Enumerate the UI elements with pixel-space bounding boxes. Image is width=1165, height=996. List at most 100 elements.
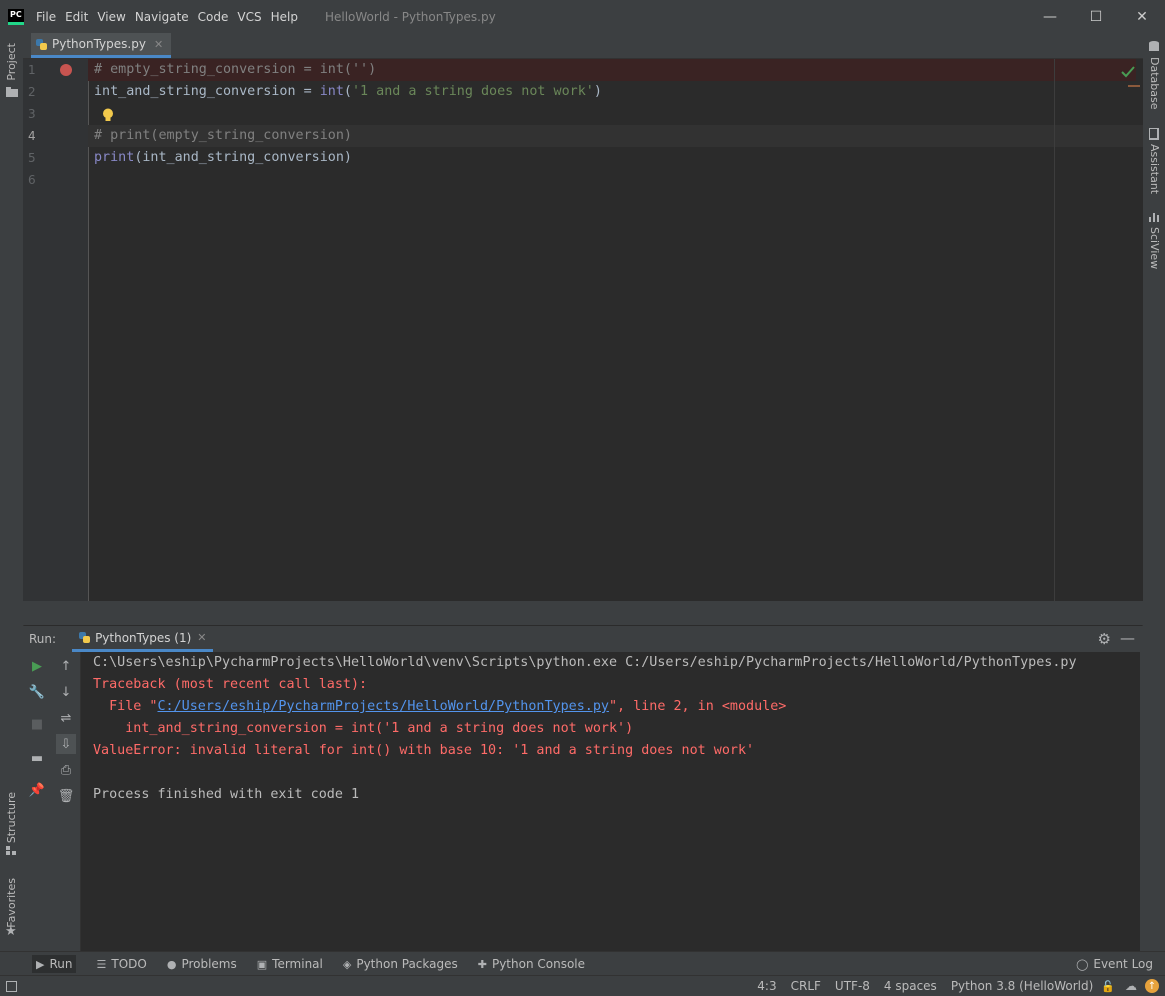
error-stripe-mark[interactable] (1128, 85, 1140, 87)
run-tab-label: PythonTypes (1) (95, 630, 192, 645)
soft-wrap-icon[interactable]: ⇌ (56, 708, 76, 728)
menu-help[interactable]: Help (271, 10, 298, 24)
run-label: Run: (29, 632, 57, 646)
python-console-icon: ✚ (477, 957, 487, 971)
code-line-1[interactable]: # empty_string_conversion = int('') (94, 59, 376, 81)
print-icon[interactable]: ⎙ (56, 760, 76, 780)
database-icon (1149, 41, 1159, 51)
python-packages-tool-button[interactable]: ◈ Python Packages (343, 957, 458, 971)
python-console-tool-button[interactable]: ✚ Python Console (478, 957, 585, 971)
code-line-4[interactable]: # print(empty_string_conversion) (94, 125, 352, 147)
menu-vcs[interactable]: VCS (237, 10, 261, 24)
window-title: HelloWorld - PythonTypes.py (324, 9, 496, 24)
console-scrollbar[interactable] (1140, 652, 1143, 951)
favorites-tool-button[interactable]: ★ Favorites (0, 878, 23, 943)
status-bar: 4:3 CRLF UTF-8 4 spaces Python 3.8 (Hell… (0, 975, 1165, 996)
inspector-icon[interactable]: ☁ (1125, 979, 1137, 993)
trash-icon[interactable]: 🗑 (56, 786, 76, 806)
code-line-2[interactable]: int_and_string_conversion = int('1 and a… (94, 81, 602, 103)
notification-icon[interactable]: ↑ (1145, 979, 1159, 993)
editor-tab-bar: PythonTypes.py ✕ (23, 33, 1143, 59)
scroll-up-icon[interactable]: ↑ (56, 656, 76, 676)
editor-tab-label: PythonTypes.py (52, 37, 146, 51)
bottom-tool-bar: ▶ Run ☰ TODO ● Problems ▣ Terminal ◈ Python P… (0, 951, 1165, 976)
toggle-tool-windows-icon[interactable] (6, 980, 17, 992)
assistant-icon (1149, 128, 1159, 140)
file-encoding[interactable]: UTF-8 (835, 979, 870, 993)
close-run-tab-icon[interactable]: ✕ (197, 631, 206, 644)
lightbulb-icon[interactable] (102, 108, 114, 123)
code-line-3[interactable] (94, 103, 142, 125)
menu-view[interactable]: View (97, 10, 125, 24)
sciview-icon (1149, 213, 1159, 222)
python-file-icon (36, 38, 47, 50)
window-controls: — ☐ ✕ (1027, 0, 1165, 33)
breakpoint-icon[interactable] (60, 64, 72, 76)
close-tab-icon[interactable]: ✕ (154, 38, 163, 51)
line-number: 4 (28, 129, 36, 143)
todo-tool-button[interactable]: ☰ TODO (96, 957, 146, 971)
right-tool-stripe: Database Assistant SciView (1142, 33, 1165, 973)
sciview-tool-label: SciView (1148, 227, 1161, 270)
event-log-tool-button[interactable]: ◯ Event Log (1076, 957, 1153, 971)
terminal-tool-button[interactable]: ▣ Terminal (257, 957, 323, 971)
structure-icon (6, 846, 16, 855)
structure-tool-button[interactable]: Structure (0, 788, 23, 858)
hide-panel-icon[interactable]: — (1120, 629, 1135, 647)
run-tool-window-header: Run: PythonTypes (1) ✕ ⚙ — (23, 626, 1143, 652)
rerun-icon[interactable]: ▶ (27, 656, 47, 676)
favorites-tool-label: Favorites (5, 878, 18, 928)
menu-code[interactable]: Code (198, 10, 229, 24)
problems-icon: ● (166, 957, 177, 971)
scroll-to-end-icon[interactable]: ⇩ (56, 734, 76, 754)
project-tool-label: Project (5, 43, 18, 81)
maximize-button[interactable]: ☐ (1073, 0, 1119, 33)
scroll-down-icon[interactable]: ↓ (56, 682, 76, 702)
code-editor[interactable]: 1 2 3 4 5 6 # empty_string_conversion = … (23, 59, 1143, 601)
inspection-ok-icon[interactable] (1121, 66, 1135, 78)
layout-icon[interactable]: ▬ (27, 748, 47, 768)
terminal-icon: ▣ (256, 957, 268, 971)
lock-icon[interactable]: 🔓 (1101, 980, 1115, 993)
stop-icon[interactable]: ■ (27, 714, 47, 734)
console-file-line: File "C:/Users/eship/PycharmProjects/Hel… (93, 699, 787, 714)
project-tool-button[interactable]: Project (0, 39, 23, 99)
main-menu: File Edit View Navigate Code VCS Help (36, 10, 307, 24)
caret-position[interactable]: 4:3 (757, 979, 776, 993)
menu-navigate[interactable]: Navigate (135, 10, 189, 24)
menu-file[interactable]: File (36, 10, 56, 24)
editor-gutter: 1 2 3 4 5 6 (23, 59, 89, 601)
right-margin-guide (1054, 59, 1055, 601)
panel-splitter[interactable] (23, 601, 1143, 625)
console-error-line: ValueError: invalid literal for int() wi… (93, 743, 755, 758)
console-code-line: int_and_string_conversion = int('1 and a… (93, 721, 634, 736)
event-log-icon: ◯ (1076, 957, 1089, 971)
run-tab-pythontypes[interactable]: PythonTypes (1) ✕ (72, 626, 213, 652)
python-interpreter[interactable]: Python 3.8 (HelloWorld) (951, 979, 1093, 993)
close-button[interactable]: ✕ (1119, 0, 1165, 33)
code-line-5[interactable]: print(int_and_string_conversion) (94, 147, 352, 169)
pin-icon[interactable]: 📌 (27, 780, 47, 800)
run-tool-button[interactable]: ▶ Run (32, 955, 77, 973)
problems-tool-button[interactable]: ● Problems (167, 957, 237, 971)
menu-edit[interactable]: Edit (65, 10, 88, 24)
indent-setting[interactable]: 4 spaces (884, 979, 937, 993)
database-tool-label: Database (1148, 57, 1161, 110)
console-exit-line: Process finished with exit code 1 (93, 787, 360, 802)
run-console[interactable]: C:\Users\eship\PycharmProjects\HelloWorl… (81, 652, 1143, 951)
traceback-file-link[interactable]: C:/Users/eship/PycharmProjects/HelloWorl… (158, 699, 609, 714)
settings-gear-icon[interactable]: ⚙ (1098, 630, 1111, 648)
todo-icon: ☰ (96, 957, 107, 971)
line-number: 1 (28, 63, 36, 77)
run-icon: ▶ (36, 957, 45, 971)
wrench-icon[interactable]: 🔧 (27, 682, 47, 702)
console-command-line: C:\Users\eship\PycharmProjects\HelloWorl… (93, 655, 1077, 670)
run-toolbar: ▶ 🔧 ■ ▬ 📌 ↑ ↓ ⇌ ⇩ ⎙ 🗑 (23, 652, 81, 951)
editor-tab-pythontypes[interactable]: PythonTypes.py ✕ (31, 33, 172, 58)
line-separator[interactable]: CRLF (791, 979, 821, 993)
minimize-button[interactable]: — (1027, 0, 1073, 33)
line-number: 2 (28, 85, 36, 99)
line-number: 6 (28, 173, 36, 187)
line-number: 5 (28, 151, 36, 165)
pycharm-logo: PC (8, 8, 24, 25)
